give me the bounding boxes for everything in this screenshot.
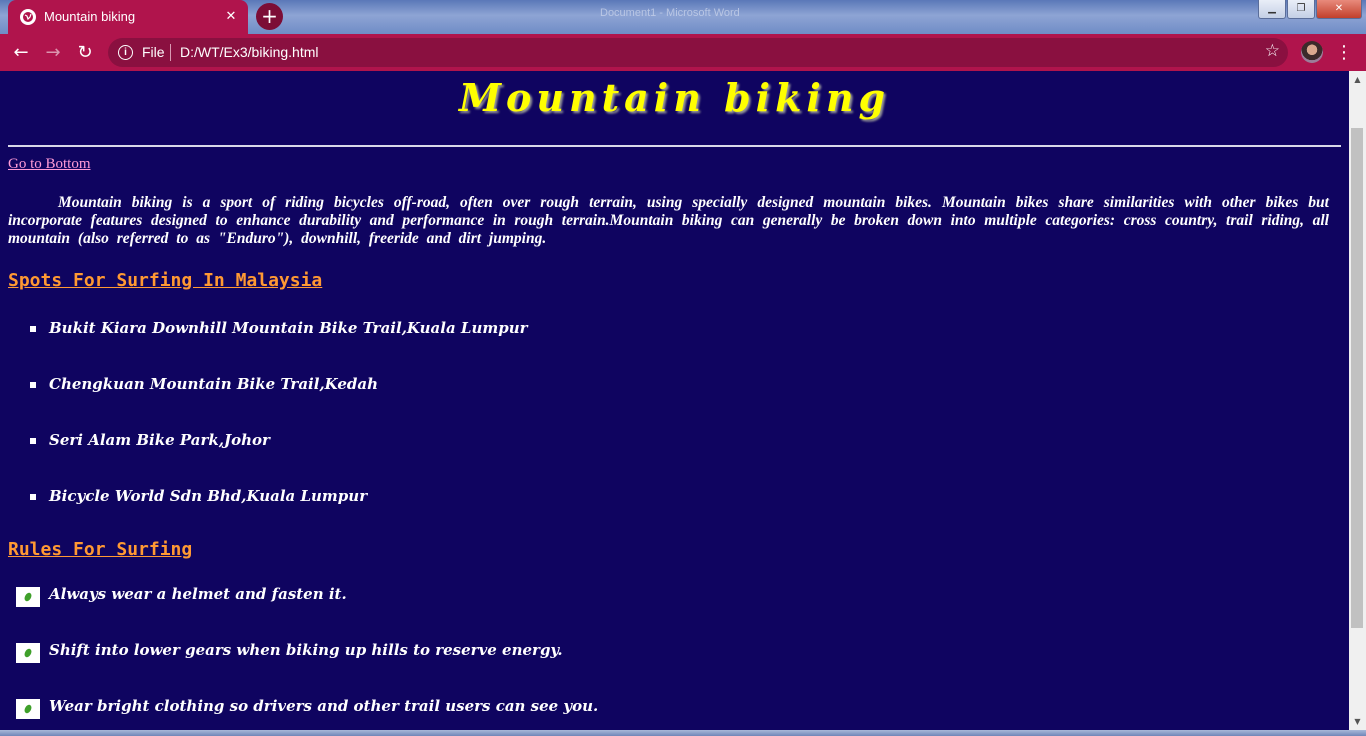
forward-arrow-icon[interactable]: → — [40, 40, 66, 66]
square-bullet-icon — [30, 494, 36, 500]
back-arrow-icon[interactable]: ← — [8, 40, 34, 66]
spot-label: Bicycle World Sdn Bhd,Kuala Lumpur — [49, 487, 368, 505]
bookmark-star-icon[interactable]: ☆ — [1265, 41, 1280, 61]
address-bar[interactable]: i File D:/WT/Ex3/biking.html ☆ — [108, 38, 1288, 67]
page-viewport: Mountain biking Go to Bottom Mountain bi… — [0, 71, 1349, 730]
url-text[interactable]: D:/WT/Ex3/biking.html — [180, 44, 318, 60]
vertical-scrollbar[interactable]: ▲ ▼ — [1349, 71, 1366, 730]
kebab-menu-icon[interactable]: ⋮ — [1334, 40, 1354, 66]
spot-label: Bukit Kiara Downhill Mountain Bike Trail… — [49, 319, 528, 337]
spots-heading: Spots For Surfing In Malaysia — [8, 270, 323, 291]
window-title-bar: Document1 - Microsoft Word Mountain biki… — [0, 0, 1366, 34]
square-bullet-icon — [30, 438, 36, 444]
info-icon[interactable]: i — [118, 45, 133, 60]
rule-label: Wear bright clothing so drivers and othe… — [49, 697, 599, 715]
browser-tab[interactable]: Mountain biking ✕ — [8, 0, 248, 34]
reload-icon[interactable]: ↻ — [72, 40, 98, 66]
maximize-button[interactable]: ❐ — [1287, 0, 1315, 19]
scroll-down-arrow-icon[interactable]: ▼ — [1349, 713, 1366, 730]
square-bullet-icon — [30, 382, 36, 388]
spot-label: Chengkuan Mountain Bike Trail,Kedah — [49, 375, 379, 393]
square-bullet-icon — [30, 326, 36, 332]
rule-label: Shift into lower gears when biking up hi… — [49, 641, 563, 659]
window-controls: ▁ ❐ ✕ — [1258, 0, 1362, 19]
rule-label: Always wear a helmet and fasten it. — [49, 585, 347, 603]
go-to-bottom-link[interactable]: Go to Bottom — [8, 156, 91, 173]
tab-title: Mountain biking — [44, 9, 136, 24]
spot-label: Seri Alam Bike Park,Johor — [49, 431, 270, 449]
close-tab-icon[interactable]: ✕ — [222, 8, 240, 26]
intro-paragraph: Mountain biking is a sport of riding bic… — [8, 194, 1329, 247]
leaf-icon — [16, 643, 40, 663]
scroll-up-arrow-icon[interactable]: ▲ — [1349, 71, 1366, 88]
leaf-icon — [16, 587, 40, 607]
leaf-icon — [16, 699, 40, 719]
rules-heading: Rules For Surfing — [8, 539, 193, 560]
new-tab-button[interactable]: + — [256, 3, 283, 30]
profile-avatar[interactable] — [1301, 41, 1323, 63]
close-window-button[interactable]: ✕ — [1316, 0, 1362, 19]
address-separator — [170, 44, 171, 61]
window-title: Document1 - Microsoft Word — [600, 7, 740, 19]
url-scheme-label: File — [142, 44, 165, 60]
minimize-button[interactable]: ▁ — [1258, 0, 1286, 19]
os-taskbar — [0, 730, 1366, 736]
browser-toolbar: ← → ↻ i File D:/WT/Ex3/biking.html ☆ ⋮ — [0, 34, 1366, 71]
globe-icon — [20, 9, 36, 25]
horizontal-rule — [8, 145, 1341, 147]
page-title: Mountain biking — [458, 75, 891, 120]
scrollbar-thumb[interactable] — [1351, 128, 1363, 628]
